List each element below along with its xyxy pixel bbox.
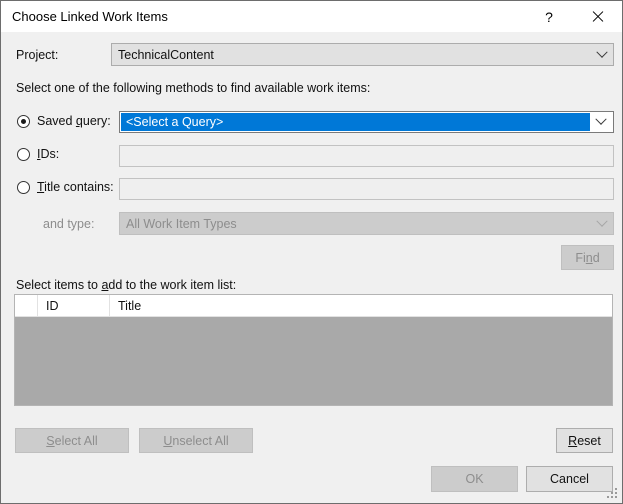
project-combobox-value: TechnicalContent: [118, 47, 214, 62]
reset-label: Reset: [568, 433, 601, 448]
choose-linked-work-items-dialog: Choose Linked Work Items ? Project: Tech…: [0, 0, 623, 504]
saved-query-combobox[interactable]: <Select a Query>: [119, 111, 614, 133]
unselect-all-button[interactable]: Unselect All: [139, 428, 253, 453]
ids-input[interactable]: [119, 145, 614, 167]
radio-title-contains-label: Title contains:: [37, 180, 114, 194]
chevron-down-icon: [591, 215, 613, 228]
resize-grip-icon[interactable]: [607, 488, 619, 500]
radio-saved-query[interactable]: Saved query:: [17, 114, 111, 128]
work-items-list-body[interactable]: [15, 317, 612, 405]
title-bar: Choose Linked Work Items ?: [1, 1, 622, 32]
column-header-title[interactable]: Title: [110, 295, 612, 316]
and-type-label: and type:: [43, 217, 95, 231]
saved-query-value: <Select a Query>: [121, 113, 590, 131]
dialog-title: Choose Linked Work Items: [12, 9, 168, 24]
unselect-all-label: Unselect All: [163, 433, 229, 448]
find-button[interactable]: Find: [561, 245, 614, 270]
and-type-combobox[interactable]: All Work Item Types: [119, 212, 614, 235]
radio-ids-label: IDs:: [37, 147, 60, 161]
radio-title-contains-indicator: [17, 180, 30, 194]
select-all-label: Select All: [46, 433, 98, 448]
help-question-icon[interactable]: ?: [528, 1, 570, 32]
reset-button[interactable]: Reset: [556, 428, 613, 453]
cancel-button[interactable]: Cancel: [526, 466, 613, 492]
work-items-list[interactable]: ID Title: [14, 294, 613, 406]
radio-saved-query-indicator: [17, 114, 30, 128]
find-button-label: Find: [575, 250, 600, 265]
project-label: Project:: [16, 48, 59, 62]
work-items-list-header: ID Title: [15, 295, 612, 317]
and-type-value: All Work Item Types: [126, 216, 237, 231]
cancel-label: Cancel: [550, 472, 589, 486]
chevron-down-icon: [590, 113, 612, 126]
close-glyph: [591, 10, 604, 23]
ok-label: OK: [465, 472, 484, 486]
close-icon[interactable]: [576, 1, 618, 32]
chevron-down-icon: [591, 46, 613, 59]
list-caption: Select items to add to the work item lis…: [16, 278, 237, 292]
select-all-button[interactable]: Select All: [15, 428, 129, 453]
radio-ids-indicator: [17, 147, 30, 161]
ok-button[interactable]: OK: [431, 466, 518, 492]
radio-title-contains[interactable]: Title contains:: [17, 180, 114, 194]
column-header-id[interactable]: ID: [38, 295, 110, 316]
methods-instruction: Select one of the following methods to f…: [16, 81, 371, 95]
radio-ids[interactable]: IDs:: [17, 147, 59, 161]
title-contains-input[interactable]: [119, 178, 614, 200]
column-header-checkbox[interactable]: [15, 295, 38, 316]
help-glyph: ?: [545, 8, 553, 25]
project-combobox[interactable]: TechnicalContent: [111, 43, 614, 66]
radio-saved-query-label: Saved query:: [37, 114, 111, 128]
